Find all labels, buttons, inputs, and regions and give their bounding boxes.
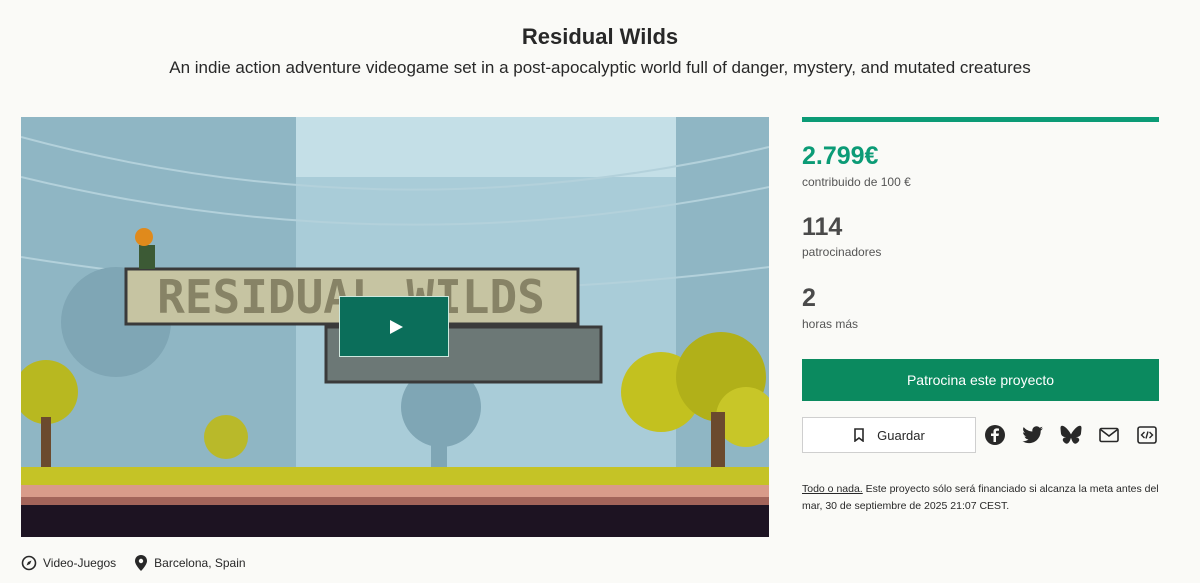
category-label: Video-Juegos xyxy=(43,556,117,570)
amount-raised: 2.799€ xyxy=(802,142,879,170)
save-button-label: Guardar xyxy=(877,427,925,443)
share-twitter-button[interactable] xyxy=(1020,422,1046,448)
compass-icon xyxy=(21,555,37,571)
share-facebook-button[interactable] xyxy=(982,422,1008,448)
play-button[interactable] xyxy=(339,296,449,357)
all-or-nothing-link[interactable]: Todo o nada. xyxy=(802,483,863,495)
twitter-icon xyxy=(1022,426,1043,444)
location-label: Barcelona, Spain xyxy=(154,556,246,570)
share-email-button[interactable] xyxy=(1096,422,1122,448)
backers-label: patrocinadores xyxy=(802,245,882,259)
facebook-icon xyxy=(985,425,1005,445)
project-title: Residual Wilds xyxy=(521,24,679,49)
save-button[interactable]: Guardar xyxy=(802,417,976,453)
all-or-nothing-note: Todo o nada. Este proyecto sólo será fin… xyxy=(802,481,1159,515)
bookmark-icon xyxy=(854,428,864,442)
category-tag[interactable]: Video-Juegos xyxy=(21,555,116,571)
project-subtitle: An indie action adventure videogame set … xyxy=(169,58,1031,77)
back-project-button[interactable]: Patrocina este proyecto xyxy=(802,359,1159,401)
backers-count: 114 xyxy=(802,213,843,241)
funding-progress-bar xyxy=(802,117,1159,122)
embed-button[interactable] xyxy=(1134,422,1160,448)
embed-icon xyxy=(1137,426,1157,444)
map-pin-icon xyxy=(135,555,148,571)
bluesky-icon xyxy=(1060,425,1082,444)
time-left: 2 xyxy=(802,284,816,312)
share-bluesky-button[interactable] xyxy=(1058,422,1084,448)
location-tag[interactable]: Barcelona, Spain xyxy=(134,554,246,572)
email-icon xyxy=(1099,427,1119,443)
funding-progress-fill xyxy=(802,117,1159,122)
play-icon xyxy=(389,319,403,334)
project-meta: Video-Juegos Barcelona, Spain xyxy=(21,553,264,573)
amount-raised-label: contribuido de 100 € xyxy=(802,175,911,189)
time-left-label: horas más xyxy=(802,317,859,331)
video-player[interactable]: RESIDUAL WILDS xyxy=(21,117,769,537)
